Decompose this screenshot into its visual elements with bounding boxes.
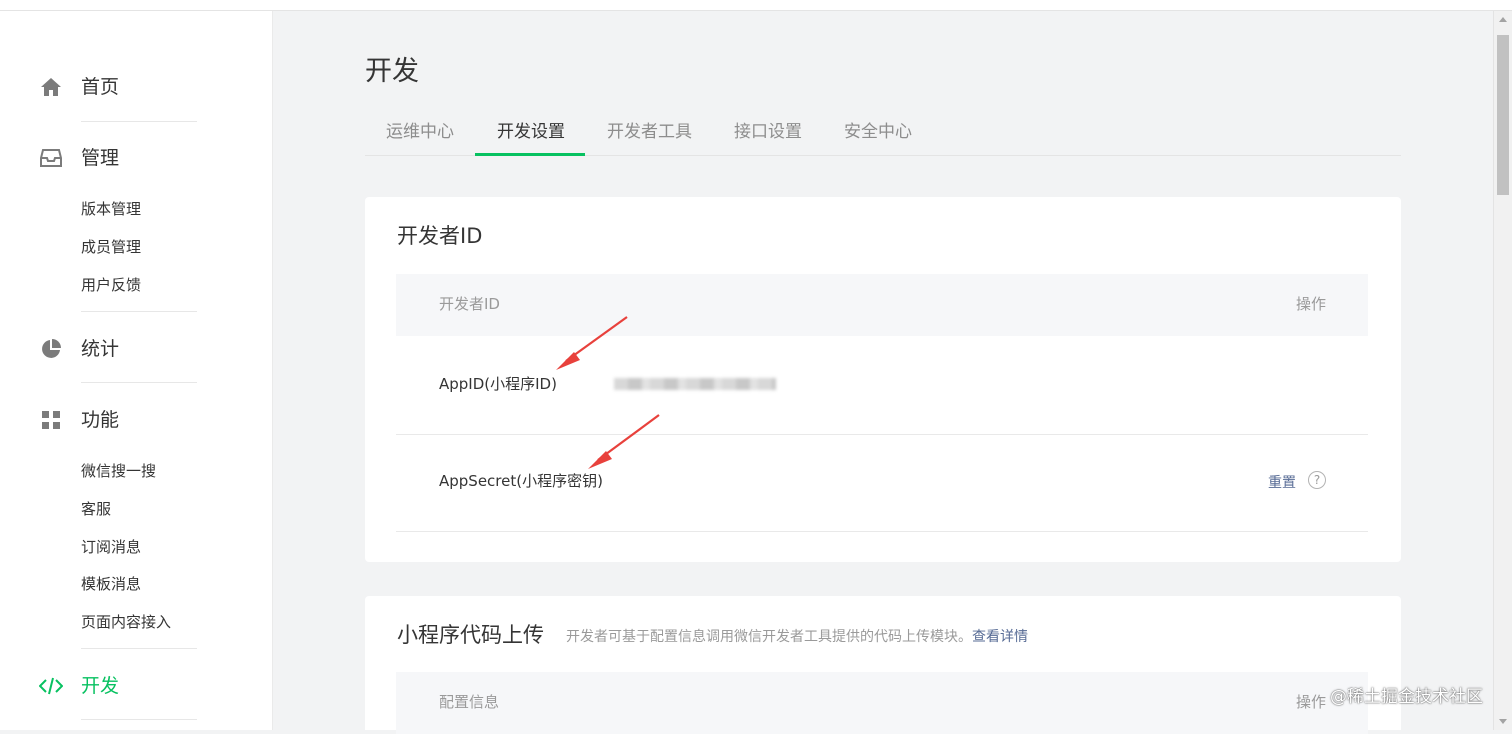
sidebar-subitem-customer-service[interactable]: 客服 xyxy=(81,499,111,519)
view-details-link[interactable]: 查看详情 xyxy=(972,629,1028,645)
window-top-edge xyxy=(0,0,1512,11)
tab-operations[interactable]: 运维中心 xyxy=(386,121,454,143)
tab-api-settings[interactable]: 接口设置 xyxy=(734,121,802,143)
vertical-scrollbar[interactable] xyxy=(1493,11,1512,730)
sidebar-subitem-search[interactable]: 微信搜一搜 xyxy=(81,461,156,481)
card-title: 小程序代码上传 xyxy=(397,623,544,647)
sidebar-item-label: 功能 xyxy=(81,409,120,431)
tab-dev-settings[interactable]: 开发设置 xyxy=(497,121,565,143)
appid-label: AppID(小程序ID) xyxy=(439,375,557,393)
sidebar-subitem-version[interactable]: 版本管理 xyxy=(81,199,141,219)
sidebar-subitem-page-content[interactable]: 页面内容接入 xyxy=(81,612,171,632)
tab-dev-tools[interactable]: 开发者工具 xyxy=(607,121,692,143)
scroll-thumb[interactable] xyxy=(1497,35,1509,195)
table-row-appsecret: AppSecret(小程序密钥) 重置 ? xyxy=(396,433,1368,532)
appsecret-label: AppSecret(小程序密钥) xyxy=(439,472,603,490)
column-header-action: 操作 xyxy=(1295,295,1326,313)
page-title: 开发 xyxy=(365,56,419,87)
sidebar-item-features[interactable]: 功能 xyxy=(0,400,272,440)
sidebar-subitem-feedback[interactable]: 用户反馈 xyxy=(81,275,141,295)
table-header: 开发者ID 操作 xyxy=(396,274,1368,336)
sidebar-item-label: 管理 xyxy=(81,147,120,169)
upload-description: 开发者可基于配置信息调用微信开发者工具提供的代码上传模块。查看详情 xyxy=(566,627,1028,647)
appid-value-redacted xyxy=(614,378,776,390)
tab-bar: 运维中心 开发设置 开发者工具 接口设置 安全中心 xyxy=(365,113,1401,156)
sidebar-subitem-template-message[interactable]: 模板消息 xyxy=(81,574,141,594)
card-title: 开发者ID xyxy=(397,224,483,248)
scroll-down-arrow-icon[interactable] xyxy=(1499,719,1507,724)
sidebar-subitem-members[interactable]: 成员管理 xyxy=(81,237,141,257)
column-header-id: 开发者ID xyxy=(439,295,500,313)
sidebar-item-label: 统计 xyxy=(81,338,120,360)
active-tab-indicator xyxy=(475,153,585,156)
divider xyxy=(81,648,197,649)
sidebar: 首页 管理 版本管理 成员管理 用户反馈 统计 功能 微信搜一搜 客服 订阅消息… xyxy=(0,11,273,730)
column-header-action: 操作 xyxy=(1295,693,1326,711)
divider xyxy=(81,121,197,122)
watermark: @稀土掘金技术社区 xyxy=(1330,687,1483,707)
sidebar-item-manage[interactable]: 管理 xyxy=(0,138,272,178)
table-header: 配置信息 操作 xyxy=(396,672,1368,734)
developer-id-card: 开发者ID 开发者ID 操作 AppID(小程序ID) AppSecret(小程… xyxy=(365,197,1401,562)
divider xyxy=(81,311,197,312)
divider xyxy=(81,382,197,383)
sidebar-item-stats[interactable]: 统计 xyxy=(0,329,272,369)
column-header-config: 配置信息 xyxy=(439,693,500,711)
tab-security[interactable]: 安全中心 xyxy=(844,121,912,143)
grid-icon xyxy=(39,408,63,432)
upload-description-text: 开发者可基于配置信息调用微信开发者工具提供的代码上传模块。 xyxy=(566,629,972,645)
scroll-up-arrow-icon[interactable] xyxy=(1499,17,1507,22)
code-icon xyxy=(39,674,63,698)
code-upload-card: 小程序代码上传 开发者可基于配置信息调用微信开发者工具提供的代码上传模块。查看详… xyxy=(365,596,1401,734)
home-icon xyxy=(39,75,63,99)
pie-chart-icon xyxy=(39,337,63,361)
main-content: 开发 运维中心 开发设置 开发者工具 接口设置 安全中心 开发者ID 开发者ID… xyxy=(273,11,1493,734)
sidebar-item-label: 开发 xyxy=(81,675,120,697)
inbox-icon xyxy=(39,146,63,170)
sidebar-item-label: 首页 xyxy=(81,76,120,98)
table-row-appid: AppID(小程序ID) xyxy=(396,336,1368,435)
sidebar-subitem-subscribe-message[interactable]: 订阅消息 xyxy=(81,537,141,557)
help-icon[interactable]: ? xyxy=(1308,471,1326,489)
sidebar-item-develop[interactable]: 开发 xyxy=(0,666,272,706)
divider xyxy=(81,719,197,720)
sidebar-item-home[interactable]: 首页 xyxy=(0,67,272,107)
reset-link[interactable]: 重置 xyxy=(1268,473,1296,493)
